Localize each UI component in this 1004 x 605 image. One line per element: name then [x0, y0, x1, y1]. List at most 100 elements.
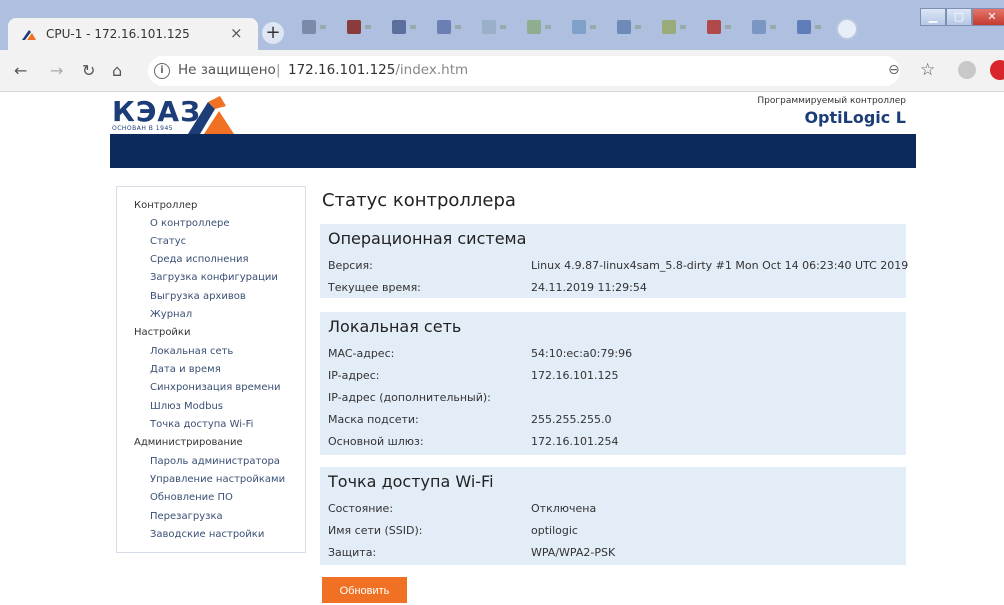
- field-label: IP-адрес (дополнительный):: [328, 391, 491, 404]
- background-tab[interactable]: [521, 16, 557, 40]
- keaz-favicon-icon: [22, 30, 36, 40]
- field-value: Отключена: [531, 502, 597, 515]
- tab-favicon-icon: [572, 20, 586, 34]
- sidebar-item-admin-password[interactable]: Пароль администратора: [150, 456, 280, 467]
- tab-favicon-icon: [302, 20, 316, 34]
- tab-favicon-icon: [392, 20, 406, 34]
- tab-favicon-icon: [347, 20, 361, 34]
- back-icon[interactable]: ←: [14, 61, 27, 80]
- company-logo-icon: [188, 96, 234, 134]
- background-tab[interactable]: [566, 16, 602, 40]
- security-status[interactable]: Не защищено: [178, 62, 276, 78]
- field-label: MAC-адрес:: [328, 347, 395, 360]
- field-value: 172.16.101.254: [531, 435, 619, 448]
- background-tab[interactable]: [476, 16, 512, 40]
- new-tab-button[interactable]: +: [262, 22, 284, 44]
- tab-dropdown-icon: [590, 25, 596, 29]
- field-label: Маска подсети:: [328, 413, 419, 426]
- background-tab[interactable]: [386, 16, 422, 40]
- browser-titlebar: CPU-1 - 172.16.101.125 × + ▁ ▢ ✕: [0, 0, 1004, 50]
- tab-dropdown-icon: [635, 25, 641, 29]
- field-label: Версия:: [328, 259, 373, 272]
- tab-dropdown-icon: [815, 25, 821, 29]
- field-label: IP-адрес:: [328, 369, 380, 382]
- field-label: Защита:: [328, 546, 377, 559]
- header-banner: [110, 134, 916, 168]
- sidebar-item-upload-config[interactable]: Загрузка конфигурации: [150, 272, 278, 283]
- forward-icon[interactable]: →: [50, 61, 63, 80]
- address-separator: |: [276, 62, 281, 78]
- sidebar-item-modbus-gateway[interactable]: Шлюз Modbus: [150, 401, 223, 412]
- background-tab[interactable]: [701, 16, 737, 40]
- tab-favicon-icon: [797, 20, 811, 34]
- info-icon[interactable]: i: [154, 63, 170, 79]
- tab-favicon-icon: [707, 20, 721, 34]
- home-icon[interactable]: ⌂: [112, 61, 122, 80]
- url-path: /index.htm: [395, 62, 469, 78]
- sidebar-item-download-archives[interactable]: Выгрузка архивов: [150, 291, 246, 302]
- field-value: 172.16.101.125: [531, 369, 619, 382]
- field-label: Основной шлюз:: [328, 435, 424, 448]
- field-value: 54:10:ec:a0:79:96: [531, 347, 633, 360]
- tab-dropdown-icon: [410, 25, 416, 29]
- extension-icon[interactable]: [990, 60, 1004, 80]
- section-title: Точка доступа Wi-Fi: [328, 472, 494, 491]
- tab-dropdown-icon: [500, 25, 506, 29]
- background-tab-icon[interactable]: [836, 18, 858, 40]
- zoom-icon[interactable]: ⊖: [888, 62, 900, 78]
- refresh-button[interactable]: Обновить: [322, 577, 407, 603]
- page-title: Статус контроллера: [322, 190, 516, 211]
- address-bar[interactable]: i Не защищено | 172.16.101.125/index.htm…: [148, 56, 900, 86]
- sidebar-item-factory-reset[interactable]: Заводские настройки: [150, 529, 264, 540]
- minimize-icon[interactable]: ▁: [920, 8, 946, 26]
- site-header: КЭАЗ ОСНОВАН В 1945 Программируемый конт…: [110, 92, 916, 134]
- reload-icon[interactable]: ↻: [82, 61, 95, 80]
- field-label: Состояние:: [328, 502, 394, 515]
- background-tab[interactable]: [746, 16, 782, 40]
- tab-dropdown-icon: [725, 25, 731, 29]
- section-title: Операционная система: [328, 229, 527, 248]
- sidebar-item-date-time[interactable]: Дата и время: [150, 364, 221, 375]
- sidebar-item-local-network[interactable]: Локальная сеть: [150, 346, 233, 357]
- background-tab[interactable]: [791, 16, 827, 40]
- sidebar-item-status[interactable]: Статус: [150, 236, 186, 247]
- field-value: 255.255.255.0: [531, 413, 612, 426]
- sidebar-nav: Контроллер О контроллере Статус Среда ис…: [116, 186, 306, 553]
- sidebar-item-settings-management[interactable]: Управление настройками: [150, 474, 285, 485]
- background-tab[interactable]: [296, 16, 332, 40]
- field-value: WPA/WPA2-PSK: [531, 546, 616, 559]
- sidebar-item-runtime[interactable]: Среда исполнения: [150, 254, 249, 265]
- product-name: OptiLogic L: [804, 108, 906, 127]
- field-label: Текущее время:: [328, 281, 421, 294]
- close-window-icon[interactable]: ✕: [972, 8, 1004, 26]
- os-section: Операционная система Версия: Linux 4.9.8…: [320, 224, 908, 298]
- tab-favicon-icon: [527, 20, 541, 34]
- field-label: Имя сети (SSID):: [328, 524, 423, 537]
- sidebar-item-time-sync[interactable]: Синхронизация времени: [150, 382, 281, 393]
- tab-dropdown-icon: [545, 25, 551, 29]
- profile-avatar-icon[interactable]: [958, 61, 976, 79]
- tab-favicon-icon: [617, 20, 631, 34]
- tab-dropdown-icon: [455, 25, 461, 29]
- background-tab[interactable]: [611, 16, 647, 40]
- sidebar-item-log[interactable]: Журнал: [150, 309, 192, 320]
- sidebar-group-administration: Администрирование: [134, 437, 243, 448]
- browser-tab[interactable]: CPU-1 - 172.16.101.125 ×: [8, 18, 258, 50]
- browser-toolbar: ← → ↻ ⌂ i Не защищено | 172.16.101.125/i…: [0, 50, 1004, 92]
- sidebar-item-reboot[interactable]: Перезагрузка: [150, 511, 223, 522]
- wifi-ap-section: Точка доступа Wi-Fi Состояние: Отключена…: [320, 467, 906, 565]
- background-tab[interactable]: [431, 16, 467, 40]
- sidebar-item-wifi-ap[interactable]: Точка доступа Wi-Fi: [150, 419, 253, 430]
- field-value: optilogic: [531, 524, 578, 537]
- url-text[interactable]: 172.16.101.125/index.htm: [288, 62, 468, 78]
- tab-close-icon[interactable]: ×: [230, 24, 243, 42]
- background-tab[interactable]: [656, 16, 692, 40]
- sidebar-item-firmware-update[interactable]: Обновление ПО: [150, 492, 233, 503]
- sidebar-item-about[interactable]: О контроллере: [150, 218, 229, 229]
- maximize-icon[interactable]: ▢: [946, 8, 972, 26]
- tab-favicon-icon: [482, 20, 496, 34]
- tab-dropdown-icon: [320, 25, 326, 29]
- bookmark-star-icon[interactable]: ☆: [920, 60, 935, 80]
- background-tab[interactable]: [341, 16, 377, 40]
- field-value: 24.11.2019 11:29:54: [531, 281, 647, 294]
